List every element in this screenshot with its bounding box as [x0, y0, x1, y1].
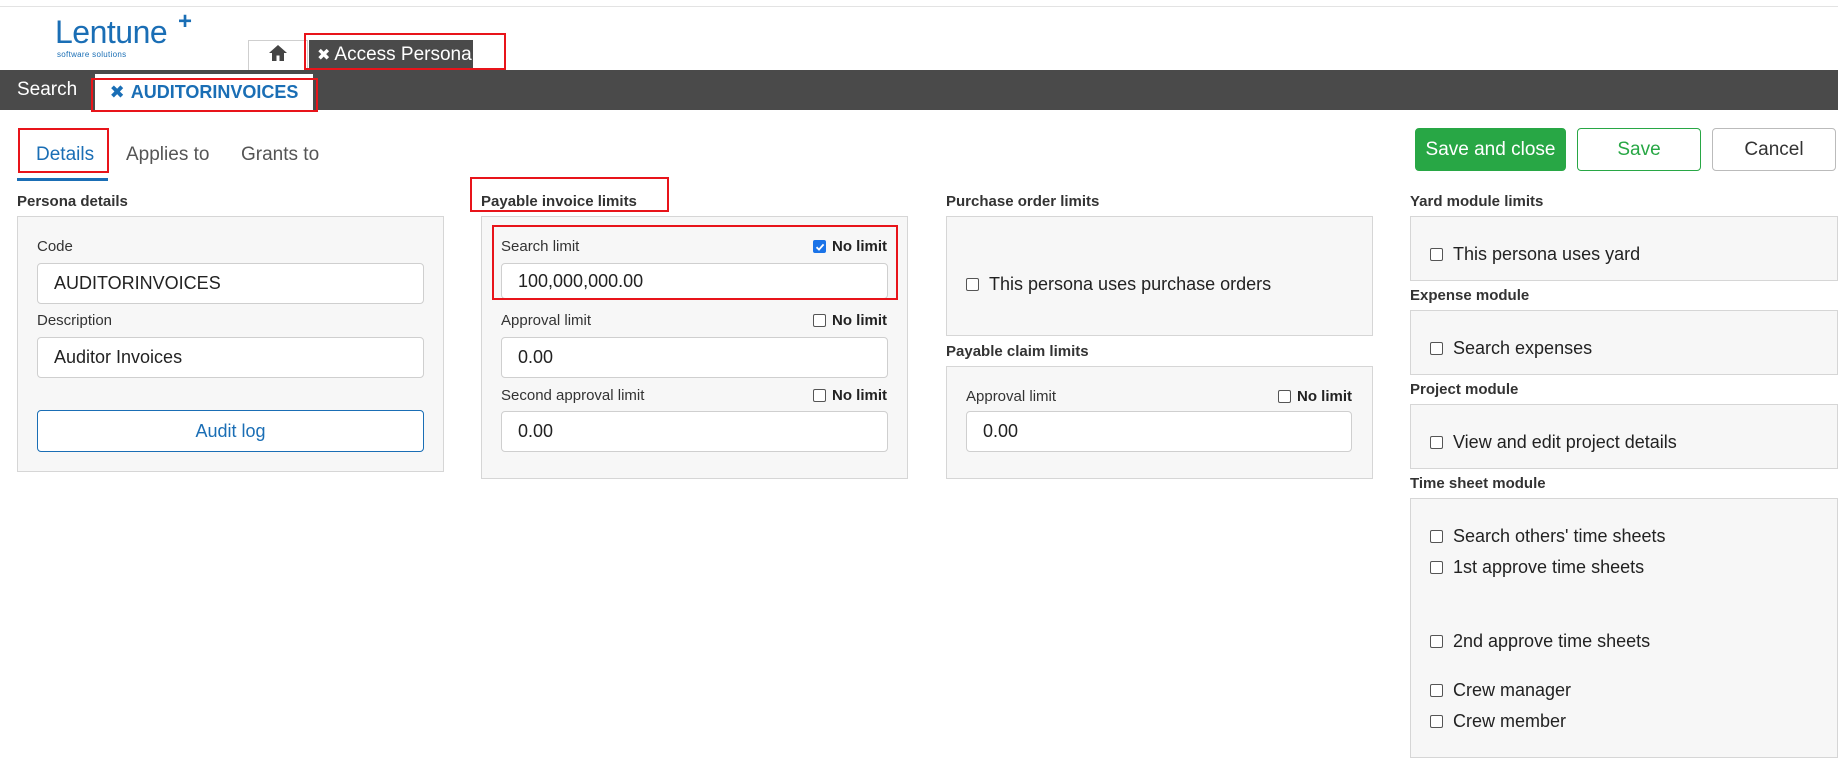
- search-expenses-label: Search expenses: [1453, 338, 1593, 358]
- logo-wordmark: Lentune: [55, 14, 168, 50]
- save-and-close-button[interactable]: Save and close: [1415, 128, 1566, 171]
- second-no-limit-label: No limit: [832, 387, 887, 404]
- tab-auditorinvoices-label: AUDITORINVOICES: [130, 81, 299, 102]
- second-approve-time-sheets-checkbox[interactable]: [1430, 635, 1443, 648]
- edit-project-details-checkbox[interactable]: [1430, 436, 1443, 449]
- code-input[interactable]: AUDITORINVOICES: [37, 263, 424, 304]
- second-approval-limit-input[interactable]: 0.00: [501, 411, 888, 452]
- logo-plus-mark: +: [178, 8, 193, 35]
- crew-manager-label: Crew manager: [1453, 680, 1572, 700]
- top-divider: [0, 6, 1838, 7]
- edit-project-details-option[interactable]: View and edit project details: [1430, 432, 1677, 453]
- claim-approval-limit-label: Approval limit: [966, 388, 1057, 405]
- uses-yard-option[interactable]: This persona uses yard: [1430, 244, 1640, 265]
- tab-details[interactable]: Details: [36, 140, 94, 170]
- tab-grants-to[interactable]: Grants to: [241, 140, 319, 170]
- yard-module-title: Yard module limits: [1410, 193, 1544, 210]
- purchase-order-limits-title: Purchase order limits: [946, 193, 1100, 210]
- search-link[interactable]: Search: [17, 70, 77, 110]
- second-approve-time-sheets-option[interactable]: 2nd approve time sheets: [1430, 631, 1650, 652]
- search-no-limit-checkbox[interactable]: [813, 240, 826, 253]
- second-approval-limit-label: Second approval limit: [501, 387, 645, 404]
- uses-purchase-orders-label: This persona uses purchase orders: [989, 274, 1272, 294]
- claim-no-limit-checkbox[interactable]: [1278, 390, 1291, 403]
- first-approve-time-sheets-label: 1st approve time sheets: [1453, 557, 1645, 577]
- tab-auditorinvoices[interactable]: ✖ AUDITORINVOICES: [95, 74, 313, 110]
- claim-approval-limit-input[interactable]: 0.00: [966, 411, 1352, 452]
- uses-yard-checkbox[interactable]: [1430, 248, 1443, 261]
- approval-limit-label: Approval limit: [501, 312, 592, 329]
- search-others-time-sheets-checkbox[interactable]: [1430, 530, 1443, 543]
- search-others-time-sheets-option[interactable]: Search others' time sheets: [1430, 526, 1666, 547]
- approval-limit-input[interactable]: 0.00: [501, 337, 888, 378]
- save-button[interactable]: Save: [1577, 128, 1701, 171]
- edit-project-details-label: View and edit project details: [1453, 432, 1677, 452]
- first-approve-time-sheets-option[interactable]: 1st approve time sheets: [1430, 557, 1644, 578]
- approval-no-limit-toggle[interactable]: No limit: [813, 312, 887, 329]
- project-module-title: Project module: [1410, 381, 1519, 398]
- persona-details-title: Persona details: [17, 193, 128, 210]
- tab-access-persona[interactable]: ✖ Access Persona: [309, 40, 473, 70]
- search-limit-label: Search limit: [501, 238, 580, 255]
- second-no-limit-toggle[interactable]: No limit: [813, 387, 887, 404]
- search-no-limit-toggle[interactable]: No limit: [813, 238, 887, 255]
- approval-no-limit-label: No limit: [832, 312, 887, 329]
- claim-no-limit-label: No limit: [1297, 388, 1352, 405]
- active-tab-indicator: [17, 178, 108, 181]
- second-no-limit-checkbox[interactable]: [813, 389, 826, 402]
- approval-no-limit-checkbox[interactable]: [813, 314, 826, 327]
- crew-manager-option[interactable]: Crew manager: [1430, 680, 1571, 701]
- tab-access-persona-label: Access Persona: [334, 44, 472, 65]
- crew-member-checkbox[interactable]: [1430, 715, 1443, 728]
- crew-member-label: Crew member: [1453, 711, 1567, 731]
- tab-applies-to[interactable]: Applies to: [126, 140, 209, 170]
- home-icon: [268, 44, 288, 67]
- audit-log-button[interactable]: Audit log: [37, 410, 424, 452]
- search-no-limit-label: No limit: [832, 238, 887, 255]
- expense-module-title: Expense module: [1410, 287, 1530, 304]
- second-approve-time-sheets-label: 2nd approve time sheets: [1453, 631, 1651, 651]
- search-limit-input[interactable]: 100,000,000.00: [501, 263, 888, 299]
- description-label: Description: [37, 312, 113, 329]
- crew-manager-checkbox[interactable]: [1430, 684, 1443, 697]
- code-label: Code: [37, 238, 73, 255]
- home-tab[interactable]: [248, 40, 308, 70]
- uses-yard-label: This persona uses yard: [1453, 244, 1641, 264]
- cancel-button[interactable]: Cancel: [1712, 128, 1836, 171]
- time-sheet-module-title: Time sheet module: [1410, 475, 1546, 492]
- search-others-time-sheets-label: Search others' time sheets: [1453, 526, 1666, 546]
- search-expenses-checkbox[interactable]: [1430, 342, 1443, 355]
- close-icon[interactable]: ✖: [110, 82, 125, 103]
- close-icon[interactable]: ✖: [317, 45, 330, 65]
- search-expenses-option[interactable]: Search expenses: [1430, 338, 1592, 359]
- description-input[interactable]: Auditor Invoices: [37, 337, 424, 378]
- lentune-logo: Lentune + software solutions: [55, 8, 205, 62]
- uses-purchase-orders-option[interactable]: This persona uses purchase orders: [966, 274, 1271, 295]
- payable-claim-limits-title: Payable claim limits: [946, 343, 1089, 360]
- uses-purchase-orders-checkbox[interactable]: [966, 278, 979, 291]
- crew-member-option[interactable]: Crew member: [1430, 711, 1566, 732]
- logo-tagline: software solutions: [57, 50, 127, 59]
- payable-invoice-limits-title: Payable invoice limits: [481, 193, 637, 210]
- first-approve-time-sheets-checkbox[interactable]: [1430, 561, 1443, 574]
- claim-no-limit-toggle[interactable]: No limit: [1278, 388, 1352, 405]
